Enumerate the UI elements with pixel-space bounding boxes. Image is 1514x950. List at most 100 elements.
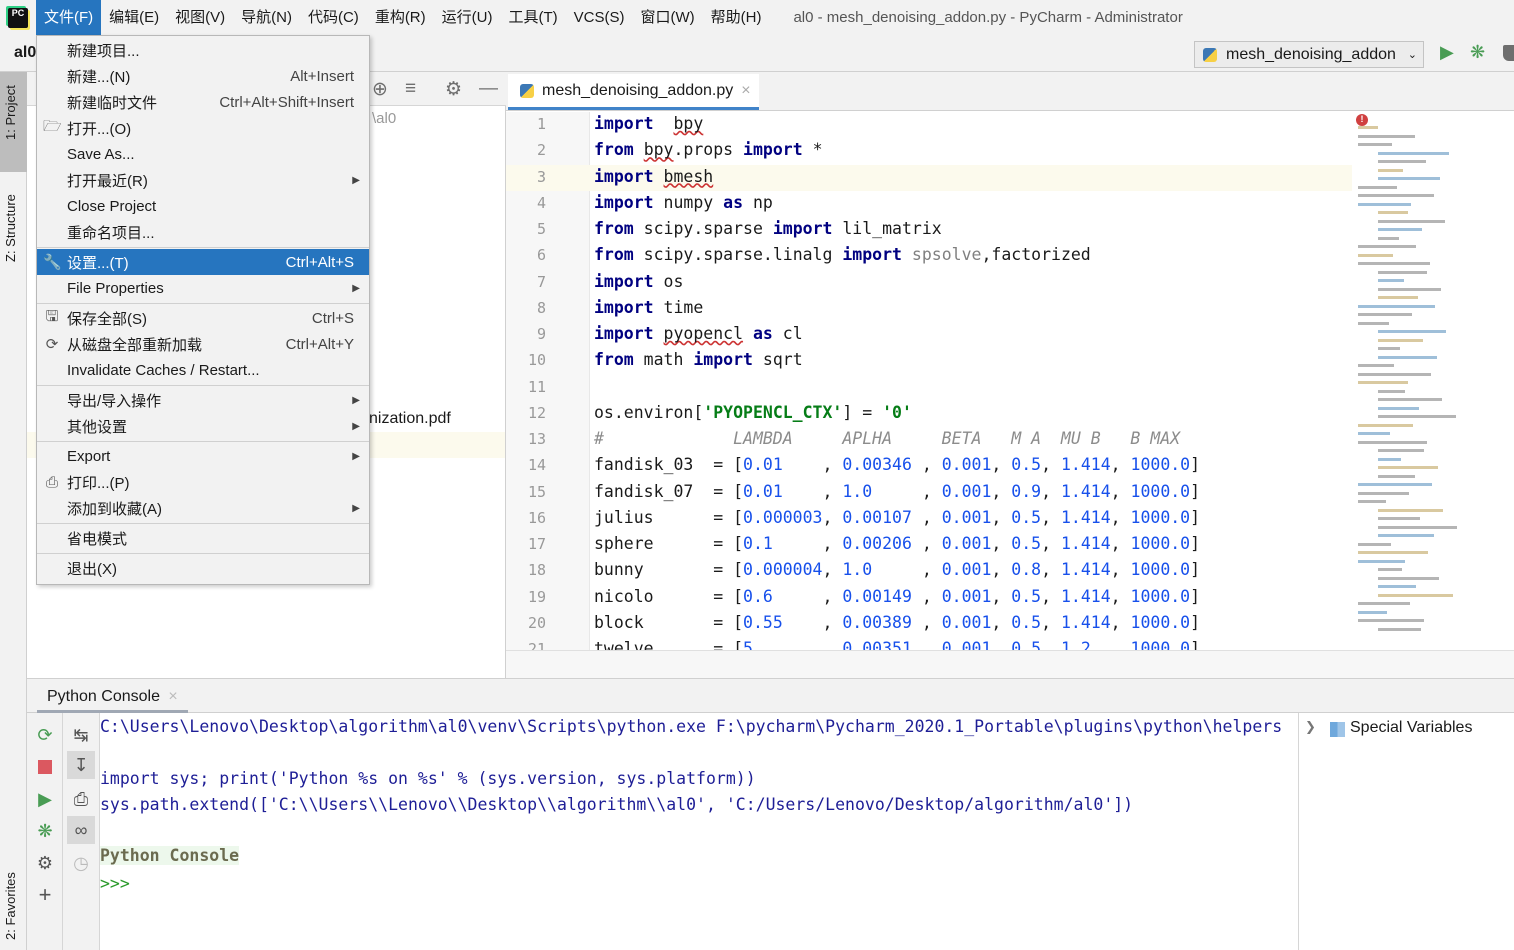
print-icon: ⎙ <box>45 473 58 491</box>
minimize-icon[interactable]: — <box>479 78 498 100</box>
tab-mesh-denoising-addon[interactable]: mesh_denoising_addon.py × <box>508 74 759 110</box>
code-line[interactable]: nicolo = [0.6 , 0.00149 , 0.001, 0.5, 1.… <box>594 587 1200 606</box>
code-line[interactable]: import os <box>594 272 683 291</box>
new-console-icon[interactable]: + <box>31 881 59 909</box>
file-menu-item[interactable]: 其他设置 ▶ <box>37 413 369 439</box>
tab-python-console[interactable]: Python Console × <box>37 679 188 713</box>
close-icon[interactable]: × <box>741 82 750 100</box>
code-token: 0.8 <box>1011 560 1042 580</box>
special-variables-node[interactable]: Special Variables <box>1350 719 1472 737</box>
tool-window-structure[interactable]: Z: Structure <box>3 194 18 262</box>
code-line[interactable]: from bpy.props import * <box>594 140 823 159</box>
run-config-select[interactable]: mesh_denoising_addon ⌄ <box>1194 41 1424 68</box>
file-menu-item[interactable]: 🔧 设置...(T) Ctrl+Alt+S <box>37 249 369 275</box>
scroll-to-end-icon[interactable]: ↧ <box>67 751 95 779</box>
code-line[interactable]: block = [0.55 , 0.00389 , 0.001, 0.5, 1.… <box>594 613 1200 632</box>
python-console-output[interactable]: C:\Users\Lenovo\Desktop\algorithm\al0\ve… <box>100 713 1298 950</box>
file-menu-item[interactable]: Save As... <box>37 141 369 167</box>
project-breadcrumb[interactable]: al0 <box>14 44 36 62</box>
code-line[interactable]: import pyopencl as cl <box>594 324 803 343</box>
console-prompt[interactable]: >>> <box>100 874 130 893</box>
file-menu-item[interactable]: 退出(X) <box>37 555 369 581</box>
menu-5[interactable]: 重构(R) <box>367 0 434 35</box>
file-menu-item[interactable]: 省电模式 <box>37 525 369 551</box>
file-menu-item[interactable]: Export ▶ <box>37 443 369 469</box>
file-menu-item[interactable]: ⎙ 打印...(P) <box>37 469 369 495</box>
history-icon[interactable]: ◷ <box>67 849 95 877</box>
code-line[interactable]: from scipy.sparse.linalg import spsolve,… <box>594 245 1091 264</box>
menu-1[interactable]: 编辑(E) <box>101 0 167 35</box>
soft-wrap-icon[interactable]: ↹ <box>67 721 95 749</box>
code-token: as <box>752 324 773 343</box>
editor-scrollbar[interactable] <box>506 650 1514 678</box>
stop-button[interactable] <box>31 753 59 781</box>
file-menu-item[interactable]: 🗁 打开...(O) <box>37 115 369 141</box>
file-menu-item[interactable]: 重命名项目... <box>37 219 369 245</box>
file-menu-item[interactable]: 新建项目... <box>37 37 369 63</box>
execute-icon[interactable]: ▶ <box>31 785 59 813</box>
code-line[interactable]: fandisk_07 = [0.01 , 1.0 , 0.001, 0.9, 1… <box>594 482 1200 501</box>
code-line[interactable]: import time <box>594 298 703 317</box>
debug-icon[interactable]: ❋ <box>31 817 59 845</box>
code-line[interactable]: from math import sqrt <box>594 350 803 369</box>
console-secondary-toolbar: ↹ ↧ ⎙ ∞ ◷ <box>63 713 100 950</box>
gear-icon[interactable]: ⚙ <box>445 78 462 101</box>
collapse-all-icon[interactable]: ≡ <box>405 78 416 100</box>
tool-window-project[interactable]: 1: Project <box>3 85 18 140</box>
file-menu-item[interactable]: 打开最近(R) ▶ <box>37 167 369 193</box>
file-menu-item[interactable]: 导出/导入操作 ▶ <box>37 387 369 413</box>
code-line[interactable]: import numpy as np <box>594 193 773 212</box>
show-variables-icon[interactable]: ∞ <box>67 816 95 844</box>
code-token: , <box>1110 455 1131 475</box>
menu-2[interactable]: 视图(V) <box>167 0 233 35</box>
code-line[interactable]: # LAMBDA APLHA BETA M A MU B B MAX <box>594 429 1180 448</box>
code-token: time <box>653 297 704 317</box>
menu-3[interactable]: 导航(N) <box>233 0 300 35</box>
file-menu-item[interactable]: 新建临时文件 Ctrl+Alt+Shift+Insert <box>37 89 369 115</box>
code-line[interactable]: import bpy <box>594 114 703 133</box>
print-icon[interactable]: ⎙ <box>67 785 95 813</box>
code-token: 0.001 <box>941 639 992 650</box>
minimap-line <box>1358 245 1416 248</box>
settings-icon[interactable]: ⚙ <box>31 849 59 877</box>
code-line[interactable]: import bmesh <box>594 167 713 186</box>
code-line[interactable]: sphere = [0.1 , 0.00206 , 0.001, 0.5, 1.… <box>594 534 1200 553</box>
menu-8[interactable]: VCS(S) <box>566 0 633 35</box>
file-menu-item[interactable]: ⟳ 从磁盘全部重新加载 Ctrl+Alt+Y <box>37 331 369 357</box>
menu-7[interactable]: 工具(T) <box>500 0 565 35</box>
chevron-right-icon[interactable]: ❯ <box>1305 719 1316 735</box>
tool-window-favorites[interactable]: 2: Favorites <box>3 872 18 940</box>
run-button[interactable]: ▶ <box>1440 42 1454 63</box>
code-token: , <box>1041 507 1061 527</box>
project-file-item[interactable]: nization.pdf <box>369 410 451 428</box>
code-line[interactable]: from scipy.sparse import lil_matrix <box>594 219 942 238</box>
rerun-icon[interactable]: ⟳ <box>31 721 59 749</box>
menu-6[interactable]: 运行(U) <box>434 0 501 35</box>
file-menu-item[interactable]: 添加到收藏(A) ▶ <box>37 495 369 521</box>
code-line[interactable]: julius = [0.000003, 0.00107 , 0.001, 0.5… <box>594 508 1200 527</box>
code-line[interactable]: fandisk_03 = [0.01 , 0.00346 , 0.001, 0.… <box>594 455 1200 474</box>
menu-10[interactable]: 帮助(H) <box>703 0 770 35</box>
python-file-icon <box>520 83 534 98</box>
code-minimap[interactable]: ! <box>1352 112 1514 650</box>
code-token: , <box>822 612 843 632</box>
file-menu-item[interactable]: Close Project <box>37 193 369 219</box>
code-token: , <box>1110 481 1131 501</box>
file-menu-item[interactable]: 🖫 保存全部(S) Ctrl+S <box>37 305 369 331</box>
error-icon[interactable]: ! <box>1356 114 1368 126</box>
file-menu-item[interactable]: 新建...(N) Alt+Insert <box>37 63 369 89</box>
code-line[interactable]: twelve = [5 , 0.00351 , 0.001, 0.5, 1.2 … <box>594 639 1200 650</box>
menu-4[interactable]: 代码(C) <box>300 0 367 35</box>
debug-button[interactable]: ❋ <box>1470 42 1485 63</box>
file-menu-item[interactable]: File Properties ▶ <box>37 275 369 301</box>
close-icon[interactable]: × <box>168 688 177 705</box>
code-token: from <box>594 140 634 160</box>
menu-9[interactable]: 窗口(W) <box>632 0 702 35</box>
coverage-button[interactable] <box>1503 45 1514 61</box>
console-tab-bar: Python Console × <box>27 678 1514 713</box>
menu-0[interactable]: 文件(F) <box>36 0 102 35</box>
file-menu-item[interactable]: Invalidate Caches / Restart... <box>37 357 369 383</box>
code-line[interactable]: bunny = [0.000004, 1.0 , 0.001, 0.8, 1.4… <box>594 560 1200 579</box>
locate-icon[interactable]: ⊕ <box>372 78 388 101</box>
code-line[interactable]: os.environ['PYOPENCL_CTX'] = '0' <box>594 403 912 422</box>
